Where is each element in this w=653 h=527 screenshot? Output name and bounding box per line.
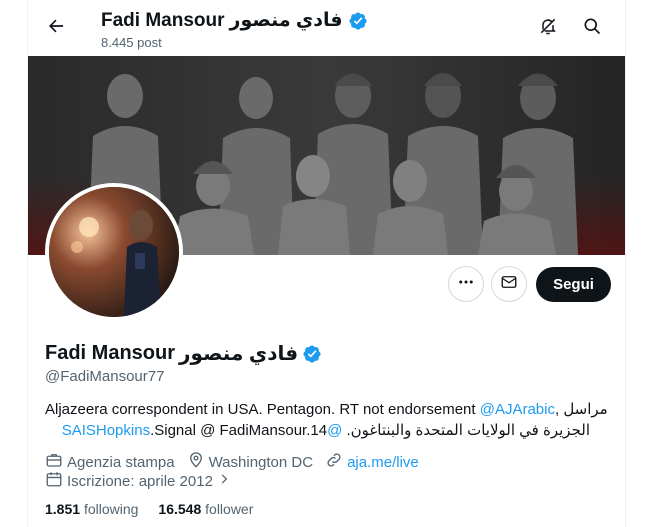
- search-icon: [582, 16, 602, 41]
- joined-label: Iscrizione: aprile 2012: [67, 472, 213, 490]
- more-dots-icon: [457, 273, 475, 296]
- arrow-left-icon: [46, 16, 66, 41]
- followers-stat[interactable]: 16.548 follower: [158, 501, 253, 517]
- website-link[interactable]: aja.me/live: [347, 454, 419, 471]
- bio-text: , مراسل: [554, 401, 608, 418]
- bio-text: Aljazeera correspondent in USA. Pentagon…: [45, 401, 476, 418]
- profile-handle: @FadiMansour77: [45, 368, 165, 385]
- followers-label: follower: [205, 501, 254, 517]
- profile-name: Fadi Mansour فادي منصور: [45, 341, 322, 366]
- profile-name-en: Fadi Mansour: [45, 342, 176, 364]
- profile-avatar[interactable]: [45, 183, 183, 321]
- profile-joined[interactable]: Iscrizione: aprile 2012: [45, 470, 231, 492]
- category-label: Agenzia stampa: [67, 453, 175, 471]
- followers-count: 16.548: [158, 501, 202, 517]
- profile-page: Fadi Mansour فادي منصور 8.445 post Segui…: [27, 0, 626, 527]
- chevron-right-icon: [217, 472, 231, 490]
- verified-badge-icon: [348, 11, 368, 31]
- profile-joined-row: Iscrizione: aprile 2012: [45, 470, 243, 492]
- bell-slash-icon: [538, 16, 558, 41]
- verified-badge-icon[interactable]: [302, 344, 322, 364]
- profile-name-ar: فادي منصور: [179, 343, 299, 365]
- search-button[interactable]: [577, 13, 607, 43]
- envelope-icon: [500, 273, 518, 296]
- profile-website[interactable]: aja.me/live: [325, 451, 419, 473]
- more-options-button[interactable]: [448, 266, 484, 302]
- following-count: 1.851: [45, 501, 81, 517]
- mention-link-ajarabic[interactable]: @AJArabic: [480, 401, 555, 418]
- bio-line-2: الجزيرة في الولايات المتحدة والبنتاغون. …: [45, 420, 590, 441]
- link-icon: [325, 451, 343, 473]
- bio-text: .Signal @ FadiMansour.14: [150, 422, 328, 439]
- following-stat[interactable]: 1.851 following: [45, 501, 138, 517]
- profile-stats: 1.851 following 16.548 follower: [45, 501, 273, 517]
- bio-line-1: Aljazeera correspondent in USA. Pentagon…: [45, 399, 615, 420]
- header-title: Fadi Mansour فادي منصور: [101, 9, 368, 32]
- message-button[interactable]: [491, 266, 527, 302]
- calendar-icon: [45, 470, 63, 492]
- bio-text: الجزيرة في الولايات المتحدة والبنتاغون.: [346, 422, 590, 439]
- location-label: Washington DC: [208, 453, 314, 471]
- profile-header: Fadi Mansour فادي منصور 8.445 post: [28, 0, 625, 56]
- profile-bio: Aljazeera correspondent in USA. Pentagon…: [45, 399, 615, 441]
- header-name-en: Fadi Mansour: [101, 9, 225, 31]
- notifications-off-button[interactable]: [533, 13, 563, 43]
- back-button[interactable]: [39, 11, 73, 45]
- follow-button[interactable]: Segui: [536, 267, 611, 302]
- header-name-ar: فادي منصور: [229, 10, 343, 31]
- following-label: following: [83, 501, 139, 517]
- header-post-count: 8.445 post: [101, 35, 162, 50]
